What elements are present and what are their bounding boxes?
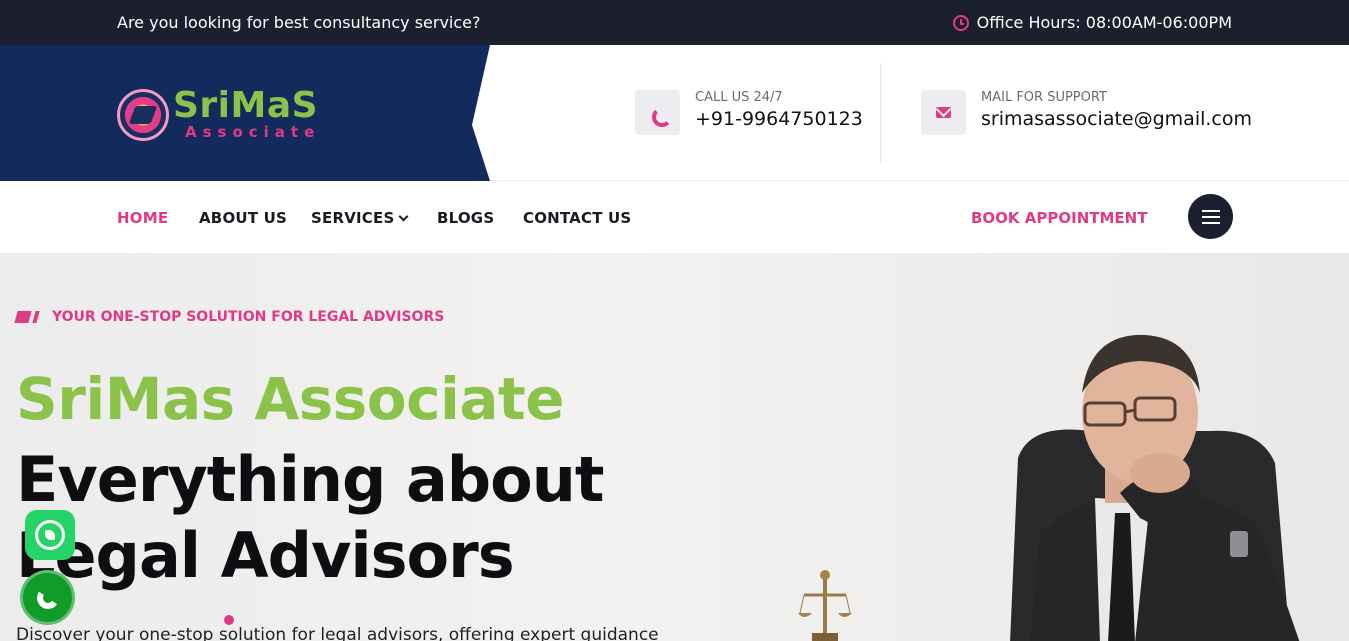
slider-dot[interactable] — [224, 615, 234, 625]
hamburger-icon[interactable] — [1188, 194, 1233, 239]
logo-subtitle: Associate — [185, 123, 321, 141]
whatsapp-icon[interactable] — [25, 510, 75, 560]
header-divider — [880, 63, 881, 163]
hero-eyebrow-text: YOUR ONE-STOP SOLUTION FOR LEGAL ADVISOR… — [52, 309, 445, 325]
mail-support-label: MAIL FOR SUPPORT — [981, 90, 1107, 105]
phone-icon — [651, 106, 665, 120]
hero-eyebrow: YOUR ONE-STOP SOLUTION FOR LEGAL ADVISOR… — [14, 309, 444, 325]
eyebrow-marker-icon — [14, 311, 40, 323]
office-hours-text: Office Hours: 08:00AM-06:00PM — [976, 13, 1232, 32]
hamburger-line — [1201, 215, 1220, 218]
mail-icon-box — [921, 90, 966, 135]
nav-item-blogs[interactable]: BLOGS — [437, 209, 494, 227]
logo-name: SriMaS — [173, 85, 319, 126]
call-us-contact[interactable]: CALL US 24/7 +91-9964750123 — [635, 90, 863, 135]
hero-description: Discover your one-stop solution for lega… — [16, 625, 659, 641]
site-logo[interactable]: SriMaS Associate — [117, 85, 347, 145]
phone-icon — [34, 584, 61, 611]
mail-icon — [936, 107, 951, 118]
hamburger-line — [1201, 221, 1220, 224]
top-bar: Are you looking for best consultancy ser… — [0, 0, 1349, 45]
logo-mark-icon — [117, 89, 169, 141]
hero-title-line-1: Everything about — [16, 443, 605, 516]
hero-title-brand: SriMas Associate — [16, 365, 565, 433]
logo-panel: SriMaS Associate — [0, 45, 492, 181]
clock-icon — [952, 14, 969, 31]
call-us-label: CALL US 24/7 — [695, 90, 783, 105]
hero-title-line-2: Legal Advisors — [16, 519, 515, 592]
hero-section: YOUR ONE-STOP SOLUTION FOR LEGAL ADVISOR… — [0, 253, 1349, 641]
mail-support-contact[interactable]: MAIL FOR SUPPORT srimasassociate@gmail.c… — [921, 90, 1252, 135]
floating-call-button[interactable] — [20, 570, 75, 625]
whatsapp-handset — [45, 530, 55, 540]
top-bar-tagline: Are you looking for best consultancy ser… — [117, 13, 481, 32]
hero-lawyer-image — [798, 334, 1300, 641]
nav-item-contact-us[interactable]: CONTACT US — [523, 209, 631, 227]
nav-item-services[interactable]: SERVICES — [311, 209, 409, 227]
site-header: SriMaS Associate CALL US 24/7 +91-996475… — [0, 45, 1349, 181]
nav-item-about-us[interactable]: ABOUT US — [199, 209, 287, 227]
book-appointment-button[interactable]: BOOK APPOINTMENT — [971, 209, 1147, 227]
phone-number[interactable]: +91-9964750123 — [695, 108, 863, 130]
whatsapp-ring — [35, 520, 65, 550]
hamburger-line — [1201, 209, 1220, 212]
office-hours: Office Hours: 08:00AM-06:00PM — [952, 13, 1232, 32]
main-navigation: HOME ABOUT US SERVICES BLOGS CONTACT US … — [0, 181, 1349, 253]
nav-item-services-label: SERVICES — [311, 209, 395, 227]
nav-item-home[interactable]: HOME — [117, 209, 168, 227]
phone-icon-box — [635, 90, 680, 135]
scales-of-justice-icon — [798, 570, 852, 641]
chevron-down-icon — [399, 211, 409, 222]
support-email[interactable]: srimasassociate@gmail.com — [981, 108, 1252, 130]
